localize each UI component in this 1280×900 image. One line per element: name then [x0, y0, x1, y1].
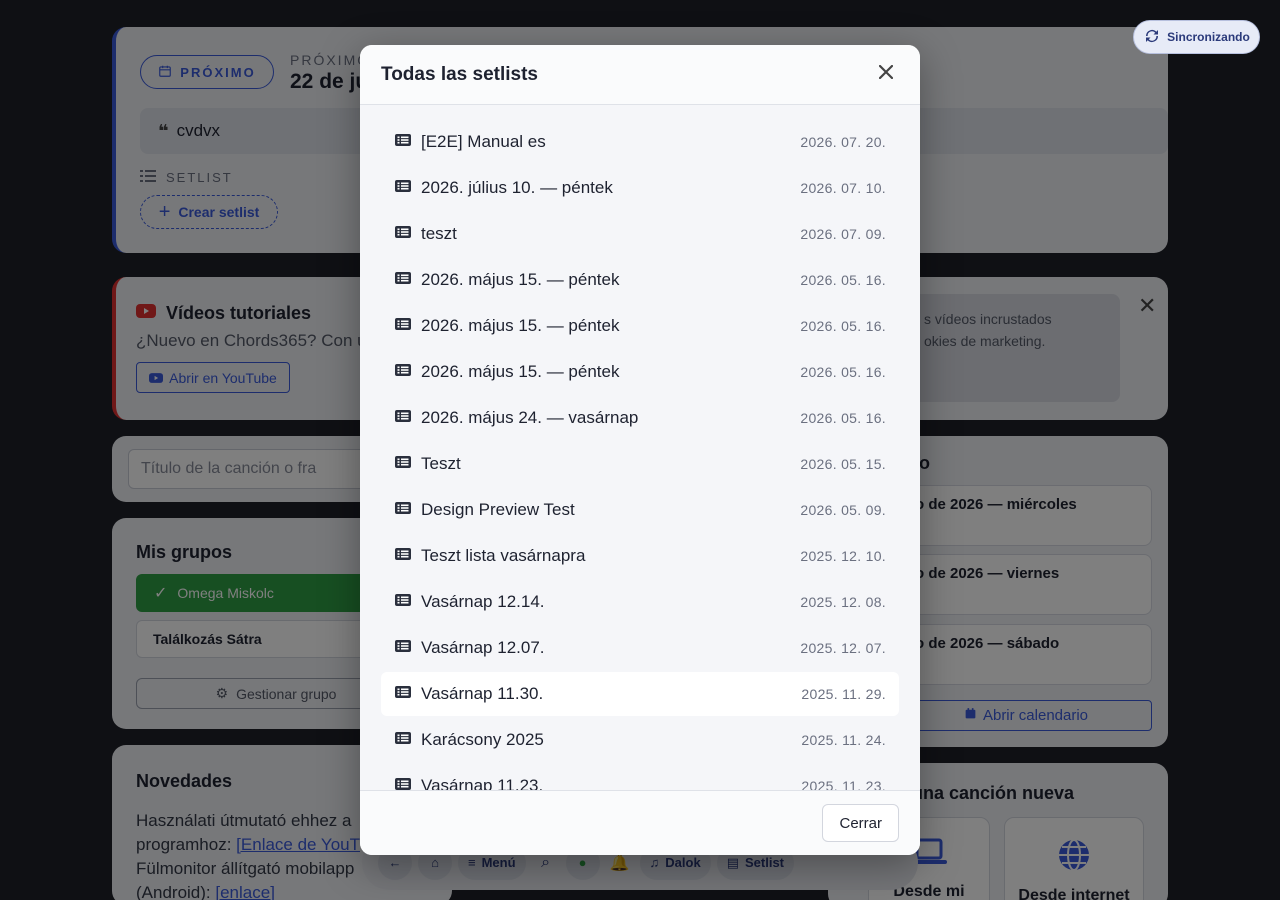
setlist-list-icon: [395, 455, 411, 473]
setlist-row-left: Vasárnap 11.23.: [395, 776, 543, 790]
setlist-date: 2026. 05. 15.: [800, 456, 886, 472]
setlist-row[interactable]: 2026. május 15. — péntek 2026. 05. 16.: [381, 258, 899, 302]
setlist-list-icon: [395, 547, 411, 565]
setlist-row[interactable]: 2026. május 24. — vasárnap 2026. 05. 16.: [381, 396, 899, 440]
modal-close-button[interactable]: [874, 63, 898, 87]
cerrar-button[interactable]: Cerrar: [822, 804, 899, 842]
setlist-row[interactable]: Teszt 2026. 05. 15.: [381, 442, 899, 486]
all-setlists-modal: Todas las setlists [E2E] Manual es 2026. …: [360, 45, 920, 855]
setlist-list-icon: [395, 225, 411, 243]
setlist-list-icon: [395, 593, 411, 611]
setlist-list-icon: [395, 133, 411, 151]
setlist-date: 2025. 11. 23.: [801, 778, 886, 790]
setlist-list-icon: [395, 363, 411, 381]
setlist-date: 2026. 05. 09.: [800, 502, 886, 518]
setlist-name: Design Preview Test: [421, 500, 575, 519]
sync-status-pill[interactable]: Sincronizando: [1133, 20, 1260, 54]
setlist-list-icon: [395, 317, 411, 335]
setlist-name: Karácsony 2025: [421, 730, 544, 749]
setlist-list-icon: [395, 685, 411, 703]
setlist-name: Vasárnap 11.23.: [421, 776, 544, 790]
setlist-row[interactable]: Vasárnap 12.14. 2025. 12. 08.: [381, 580, 899, 624]
setlist-row-left: [E2E] Manual es: [395, 132, 546, 152]
modal-title: Todas las setlists: [381, 63, 538, 85]
setlist-row[interactable]: 2026. május 15. — péntek 2026. 05. 16.: [381, 350, 899, 394]
setlist-row[interactable]: teszt 2026. 07. 09.: [381, 212, 899, 256]
setlist-name: Vasárnap 12.14.: [421, 592, 545, 611]
setlist-list-icon: [395, 777, 411, 790]
setlist-row[interactable]: Teszt lista vasárnapra 2025. 12. 10.: [381, 534, 899, 578]
setlist-row-left: Vasárnap 11.30.: [395, 684, 543, 704]
setlist-list-icon: [395, 179, 411, 197]
setlist-row[interactable]: Vasárnap 12.07. 2025. 12. 07.: [381, 626, 899, 670]
setlist-date: 2026. 05. 16.: [800, 364, 886, 380]
sync-label: Sincronizando: [1167, 30, 1250, 44]
setlist-row-left: 2026. május 15. — péntek: [395, 316, 619, 336]
setlist-date: 2026. 07. 10.: [800, 180, 886, 196]
modal-footer: Cerrar: [360, 790, 920, 855]
setlist-row[interactable]: 2026. július 10. — péntek 2026. 07. 10.: [381, 166, 899, 210]
modal-header: Todas las setlists: [360, 45, 920, 105]
setlist-row-left: 2026. május 15. — péntek: [395, 270, 619, 290]
setlist-row-left: 2026. május 15. — péntek: [395, 362, 619, 382]
setlist-row[interactable]: [E2E] Manual es 2026. 07. 20.: [381, 120, 899, 164]
setlist-row-left: Karácsony 2025: [395, 730, 544, 750]
setlist-row[interactable]: 2026. május 15. — péntek 2026. 05. 16.: [381, 304, 899, 348]
setlist-row-left: Vasárnap 12.07.: [395, 638, 545, 658]
setlist-row[interactable]: Vasárnap 11.30. 2025. 11. 29.: [381, 672, 899, 716]
setlist-name: Vasárnap 12.07.: [421, 638, 545, 657]
setlist-date: 2025. 12. 07.: [800, 640, 886, 656]
setlist-row-left: Teszt: [395, 454, 461, 474]
setlist-row-left: Design Preview Test: [395, 500, 575, 520]
close-icon: [878, 64, 894, 84]
setlist-list-icon: [395, 639, 411, 657]
setlist-list-icon: [395, 501, 411, 519]
setlist-name: [E2E] Manual es: [421, 132, 546, 151]
setlist-row[interactable]: Design Preview Test 2026. 05. 09.: [381, 488, 899, 532]
setlist-date: 2025. 12. 10.: [800, 548, 886, 564]
setlist-list-icon: [395, 271, 411, 289]
setlist-name: 2026. július 10. — péntek: [421, 178, 613, 197]
setlist-date: 2025. 11. 29.: [801, 686, 886, 702]
setlist-row[interactable]: Karácsony 2025 2025. 11. 24.: [381, 718, 899, 762]
setlist-list-icon: [395, 731, 411, 749]
setlist-row-left: teszt: [395, 224, 457, 244]
setlist-row-left: 2026. május 24. — vasárnap: [395, 408, 638, 428]
setlist-row[interactable]: Vasárnap 11.23. 2025. 11. 23.: [381, 764, 899, 790]
setlist-name: 2026. május 15. — péntek: [421, 362, 620, 381]
setlist-date: 2026. 05. 16.: [800, 318, 886, 334]
setlist-name: 2026. május 24. — vasárnap: [421, 408, 639, 427]
setlist-name: teszt: [421, 224, 457, 243]
setlist-row-left: Teszt lista vasárnapra: [395, 546, 585, 566]
setlist-name: 2026. május 15. — péntek: [421, 316, 620, 335]
setlist-list[interactable]: [E2E] Manual es 2026. 07. 20. 2026. július…: [360, 105, 920, 790]
setlist-row-left: 2026. július 10. — péntek: [395, 178, 613, 198]
setlist-name: Teszt: [421, 454, 461, 473]
setlist-name: 2026. május 15. — péntek: [421, 270, 620, 289]
setlist-date: 2026. 07. 09.: [800, 226, 886, 242]
setlist-name: Vasárnap 11.30.: [421, 684, 544, 703]
setlist-date: 2025. 12. 08.: [800, 594, 886, 610]
setlist-date: 2026. 07. 20.: [800, 134, 886, 150]
setlist-row-left: Vasárnap 12.14.: [395, 592, 545, 612]
setlist-name: Teszt lista vasárnapra: [421, 546, 586, 565]
setlist-list-icon: [395, 409, 411, 427]
setlist-date: 2025. 11. 24.: [801, 732, 886, 748]
setlist-date: 2026. 05. 16.: [800, 410, 886, 426]
setlist-date: 2026. 05. 16.: [800, 272, 886, 288]
sync-icon: [1143, 27, 1161, 48]
